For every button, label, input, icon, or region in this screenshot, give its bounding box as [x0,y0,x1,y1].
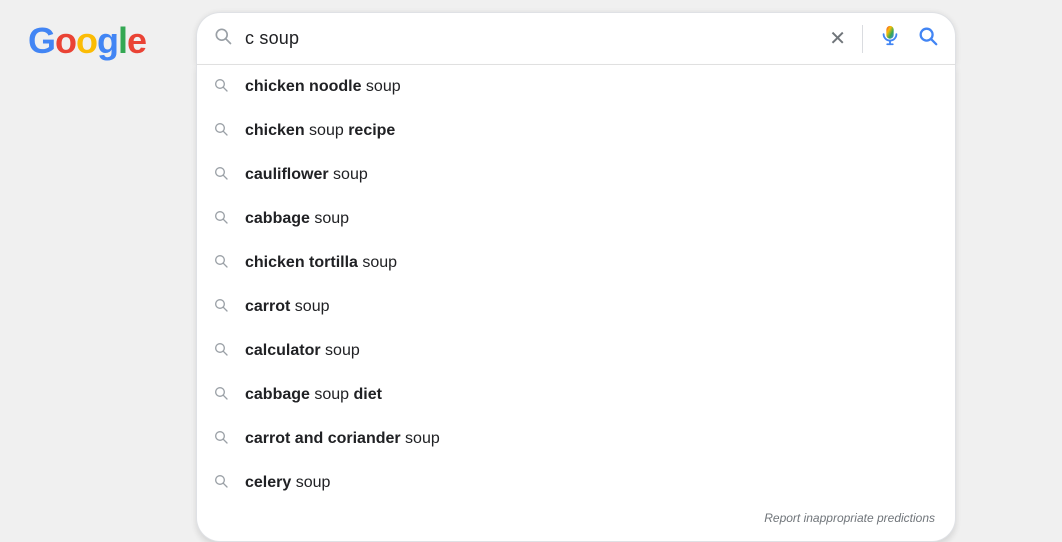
logo-g1: G [28,20,55,61]
suggestion-search-icon [213,297,229,318]
suggestion-text: carrot soup [245,298,330,316]
google-logo: Google [28,20,146,62]
clear-button[interactable]: ✕ [829,29,846,49]
suggestion-text: calculator soup [245,342,360,360]
search-container: c soup ✕ [196,12,956,542]
suggestion-text: cabbage soup diet [245,386,382,404]
search-button[interactable] [917,25,939,53]
report-link[interactable]: Report inappropriate predictions [197,505,955,533]
logo-g2: g [97,20,118,61]
mic-button[interactable] [879,25,901,53]
suggestion-search-icon [213,473,229,494]
suggestion-search-icon [213,429,229,450]
logo-o2: o [76,20,97,61]
suggestion-search-icon [213,385,229,406]
page-background: Google c soup ✕ [0,0,1062,500]
suggestion-search-icon [213,121,229,142]
logo-o1: o [55,20,76,61]
suggestion-search-icon [213,165,229,186]
suggestion-item[interactable]: cauliflower soup [197,153,955,197]
suggestions-dropdown: chicken noodle soup chicken soup recipe [196,64,956,542]
suggestion-text: chicken noodle soup [245,78,401,96]
logo-e: e [127,20,146,61]
suggestion-item[interactable]: calculator soup [197,329,955,373]
suggestion-item[interactable]: carrot soup [197,285,955,329]
suggestion-search-icon [213,341,229,362]
divider [862,25,863,53]
suggestion-item[interactable]: celery soup [197,461,955,505]
suggestion-text: cabbage soup [245,210,349,228]
search-icon-left [213,26,233,51]
search-actions: ✕ [829,25,939,53]
suggestion-item[interactable]: chicken soup recipe [197,109,955,153]
logo-l: l [118,20,127,61]
suggestion-item[interactable]: carrot and coriander soup [197,417,955,461]
suggestion-text: carrot and coriander soup [245,430,440,448]
suggestion-item[interactable]: cabbage soup diet [197,373,955,417]
suggestion-item[interactable]: chicken tortilla soup [197,241,955,285]
suggestion-item[interactable]: cabbage soup [197,197,955,241]
search-query[interactable]: c soup [245,28,821,49]
suggestion-text: celery soup [245,474,330,492]
suggestion-text: cauliflower soup [245,166,368,184]
suggestion-item[interactable]: chicken noodle soup [197,65,955,109]
suggestion-text: chicken soup recipe [245,122,395,140]
suggestion-search-icon [213,77,229,98]
suggestion-text: chicken tortilla soup [245,254,397,272]
suggestion-search-icon [213,209,229,230]
search-bar[interactable]: c soup ✕ [196,12,956,64]
suggestion-search-icon [213,253,229,274]
